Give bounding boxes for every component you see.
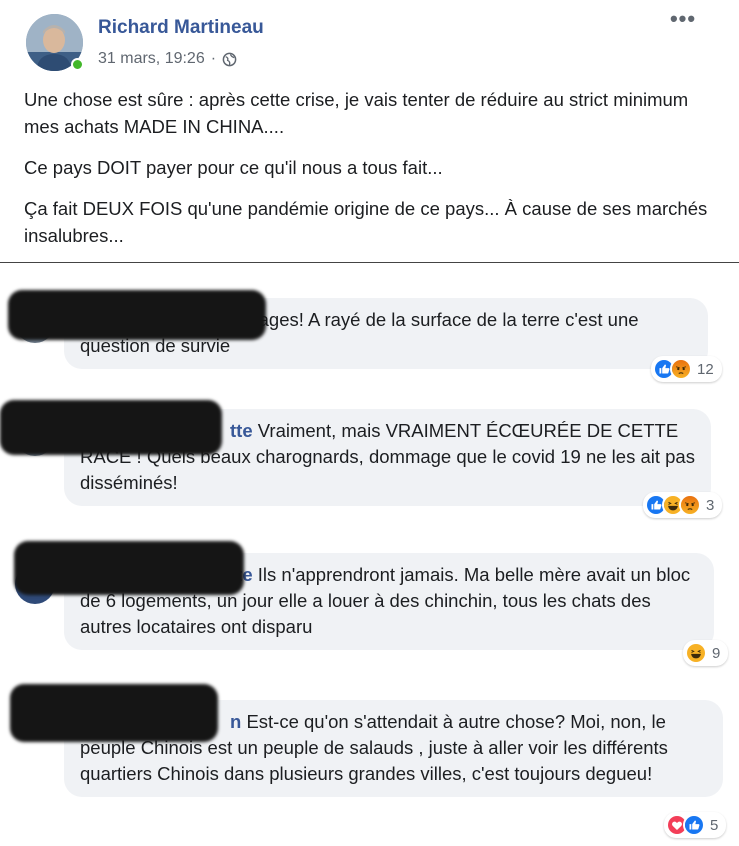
- reaction-count: 9: [712, 644, 721, 662]
- divider: [0, 262, 739, 263]
- globe-icon: [222, 52, 237, 67]
- redaction-bar: [14, 541, 244, 595]
- post-meta: 31 mars, 19:26 ·: [98, 50, 237, 68]
- meta-separator: ·: [210, 50, 217, 67]
- haha-icon: [685, 642, 707, 664]
- reaction-summary[interactable]: 3: [643, 492, 723, 518]
- post-paragraph: Une chose est sûre : après cette crise, …: [24, 89, 689, 137]
- post-paragraph: Ça fait DEUX FOIS qu'une pandémie origin…: [24, 198, 708, 246]
- angry-icon: [670, 358, 692, 380]
- redaction-bar: [10, 684, 218, 742]
- redaction-bar: [8, 290, 266, 340]
- post-timestamp[interactable]: 31 mars, 19:26: [98, 50, 205, 68]
- reaction-summary[interactable]: 5: [664, 812, 727, 838]
- reaction-count: 5: [710, 816, 719, 834]
- reaction-summary[interactable]: 12: [651, 356, 722, 382]
- post-author-name[interactable]: Richard Martineau: [98, 17, 264, 39]
- like-icon: [683, 814, 705, 836]
- commenter-name[interactable]: tte: [230, 420, 253, 441]
- online-status-dot: [71, 58, 84, 71]
- reaction-count: 12: [697, 360, 714, 378]
- post-body: Une chose est sûre : après cette crise, …: [24, 86, 724, 263]
- post-paragraph: Ce pays DOIT payer pour ce qu'il nous a …: [24, 157, 443, 178]
- angry-icon: [679, 494, 701, 516]
- reaction-summary[interactable]: 9: [683, 640, 729, 666]
- more-options-button[interactable]: •••: [663, 5, 703, 35]
- redaction-bar: [0, 400, 222, 455]
- commenter-name[interactable]: n: [230, 711, 241, 732]
- reaction-count: 3: [706, 496, 715, 514]
- post-header: Richard Martineau 31 mars, 19:26 · •••: [0, 0, 739, 88]
